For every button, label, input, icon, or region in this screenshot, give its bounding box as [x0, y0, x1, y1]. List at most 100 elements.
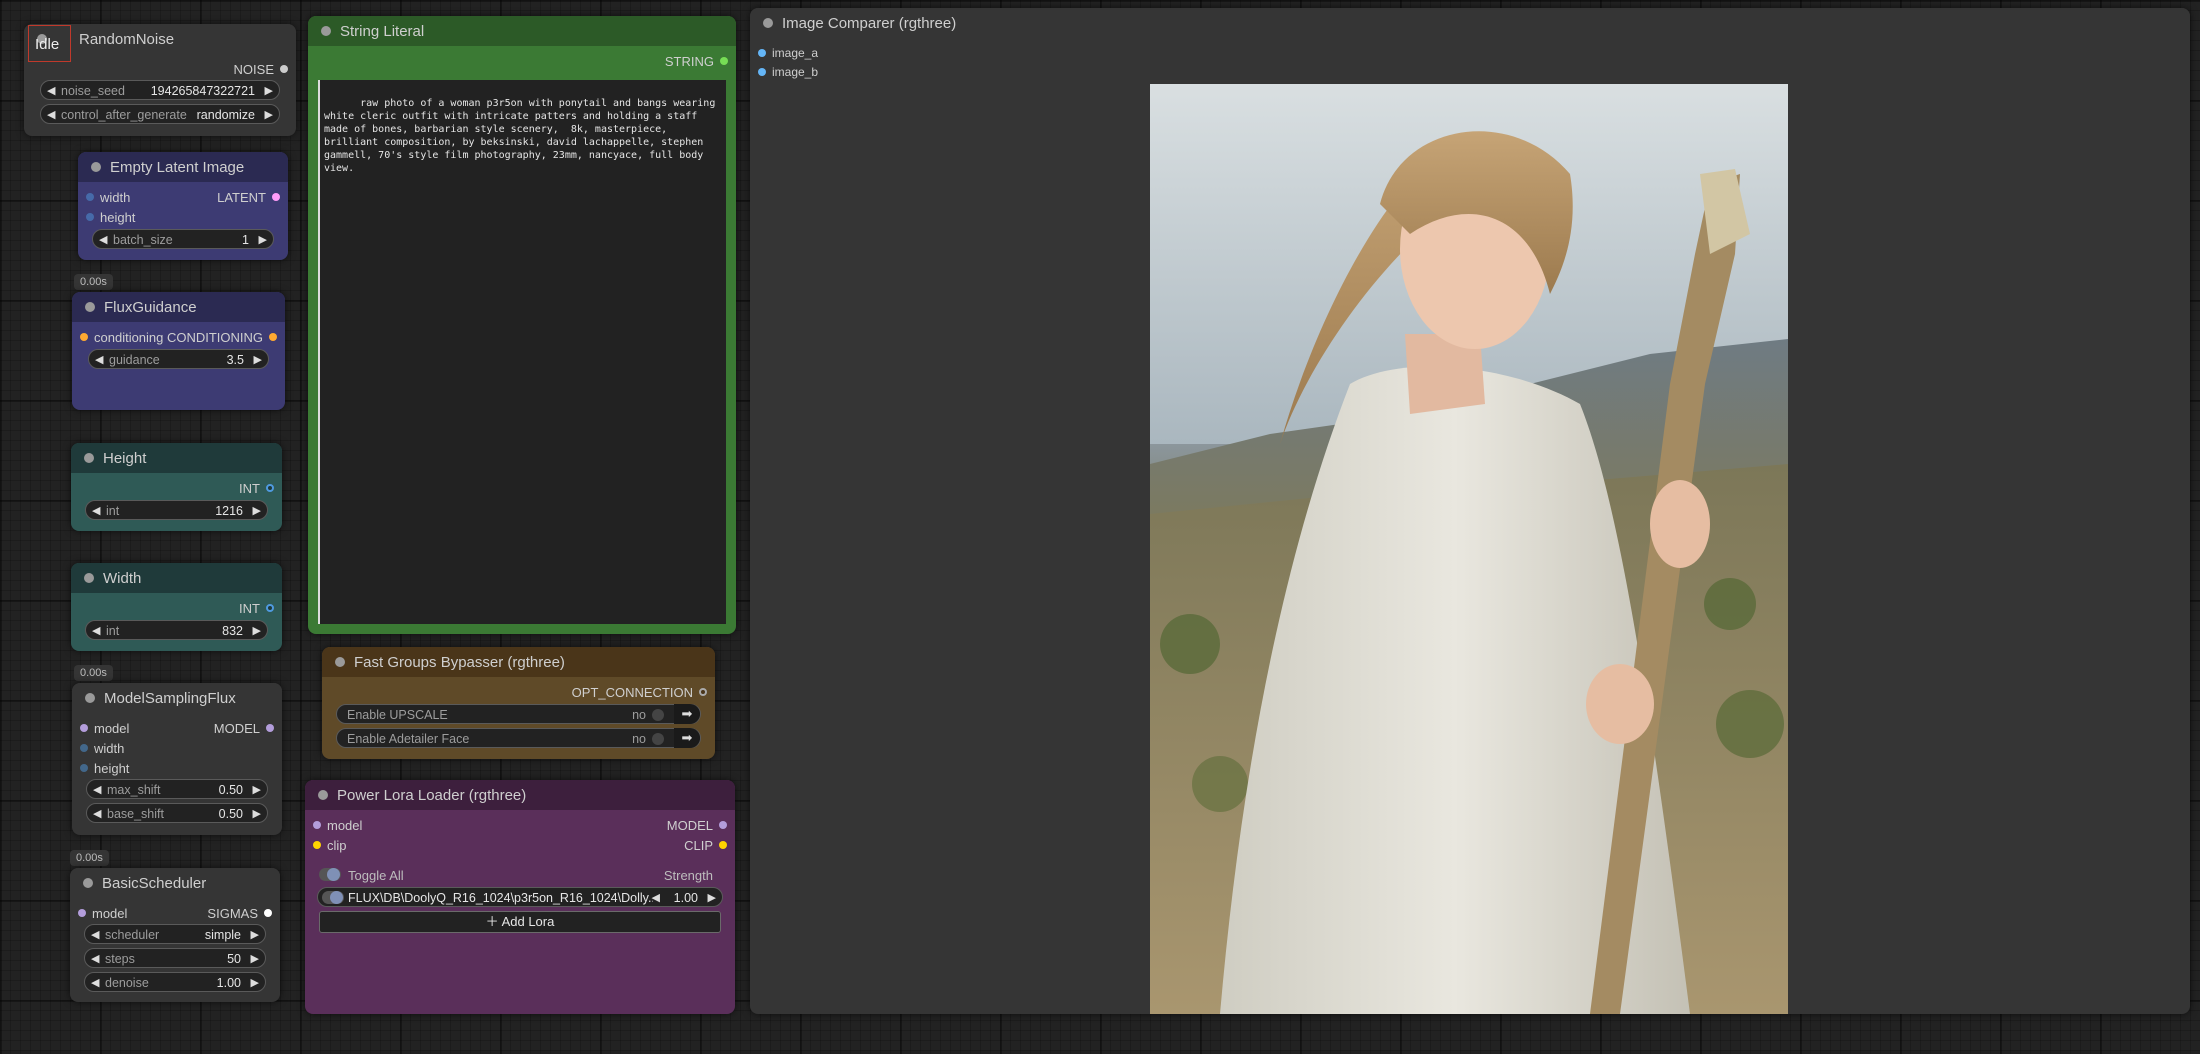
input-slot-image-b[interactable]	[758, 68, 766, 76]
node-title-bar[interactable]: Width	[71, 563, 282, 593]
increment-arrow-icon[interactable]: ▶	[251, 928, 259, 941]
input-slot-height[interactable]	[86, 213, 94, 221]
decrement-arrow-icon[interactable]: ◀	[92, 624, 100, 637]
decrement-arrow-icon[interactable]: ◀	[47, 108, 55, 121]
output-slot-model[interactable]	[266, 724, 274, 732]
node-title-bar[interactable]: Power Lora Loader (rgthree)	[305, 780, 735, 810]
output-slot-string[interactable]	[720, 57, 728, 65]
lora-row[interactable]: FLUX\DB\DoolyQ_R16_1024\p3r5on_R16_1024\…	[317, 887, 723, 907]
input-slot-model[interactable]	[313, 821, 321, 829]
widget-int[interactable]: ◀ int 832 ▶	[85, 620, 268, 640]
comparison-image[interactable]	[1150, 84, 1788, 1014]
toggle-all-switch[interactable]	[319, 868, 341, 881]
increment-arrow-icon[interactable]: ▶	[259, 233, 267, 246]
collapse-dot-icon[interactable]	[335, 657, 345, 667]
node-title-bar[interactable]: Fast Groups Bypasser (rgthree)	[322, 647, 715, 677]
node-width[interactable]: Width INT ◀ int 832 ▶	[71, 563, 282, 651]
node-title-bar[interactable]: String Literal	[308, 16, 736, 46]
output-slot-int[interactable]	[266, 484, 274, 492]
node-title-bar[interactable]: FluxGuidance	[72, 292, 285, 322]
output-slot-latent[interactable]	[272, 193, 280, 201]
node-title-bar[interactable]: Image Comparer (rgthree)	[750, 8, 2190, 38]
node-flux-guidance[interactable]: FluxGuidance conditioning CONDITIONING ◀…	[72, 292, 285, 410]
collapse-dot-icon[interactable]	[84, 573, 94, 583]
node-image-comparer[interactable]: Image Comparer (rgthree) image_a image_b	[750, 8, 2190, 1014]
widget-control-after-generate[interactable]: ◀ control_after_generate randomize ▶	[40, 104, 280, 124]
widget-base-shift[interactable]: ◀ base_shift 0.50 ▶	[86, 803, 268, 823]
input-slot-conditioning[interactable]	[80, 333, 88, 341]
widget-scheduler[interactable]: ◀ scheduler simple ▶	[84, 924, 266, 944]
collapse-dot-icon[interactable]	[85, 302, 95, 312]
node-height[interactable]: Height INT ◀ int 1216 ▶	[71, 443, 282, 531]
widget-noise-seed[interactable]: ◀ noise_seed 194265847322721 ▶	[40, 80, 280, 100]
collapse-dot-icon[interactable]	[83, 878, 93, 888]
collapse-dot-icon[interactable]	[84, 453, 94, 463]
widget-int[interactable]: ◀ int 1216 ▶	[85, 500, 268, 520]
node-title-bar[interactable]: Empty Latent Image	[78, 152, 288, 182]
increment-arrow-icon[interactable]: ▶	[265, 84, 273, 97]
node-string-literal[interactable]: String Literal STRING raw photo of a wom…	[308, 16, 736, 634]
increment-arrow-icon[interactable]: ▶	[708, 891, 716, 904]
node-title-bar[interactable]: ModelSamplingFlux	[72, 683, 282, 713]
decrement-arrow-icon[interactable]: ◀	[92, 504, 100, 517]
increment-arrow-icon[interactable]: ▶	[251, 976, 259, 989]
add-lora-button[interactable]: ＋ Add Lora	[319, 911, 721, 933]
increment-arrow-icon[interactable]: ▶	[253, 624, 261, 637]
input-slot-model[interactable]	[78, 909, 86, 917]
increment-arrow-icon[interactable]: ▶	[265, 108, 273, 121]
go-to-group-arrow-icon[interactable]: ➡	[674, 728, 700, 748]
node-title-bar[interactable]: Height	[71, 443, 282, 473]
output-slot-model[interactable]	[719, 821, 727, 829]
decrement-arrow-icon[interactable]: ◀	[91, 976, 99, 989]
collapse-dot-icon[interactable]	[763, 18, 773, 28]
toggle-off-icon[interactable]	[652, 709, 664, 721]
output-slot-clip[interactable]	[719, 841, 727, 849]
node-title-bar[interactable]: BasicScheduler	[70, 868, 280, 898]
decrement-arrow-icon[interactable]: ◀	[93, 807, 101, 820]
output-slot-sigmas[interactable]	[264, 909, 272, 917]
decrement-arrow-icon[interactable]: ◀	[93, 783, 101, 796]
widget-steps[interactable]: ◀ steps 50 ▶	[84, 948, 266, 968]
prompt-textarea[interactable]: raw photo of a woman p3r5on with ponytai…	[318, 80, 726, 624]
output-slot-conditioning[interactable]	[269, 333, 277, 341]
decrement-arrow-icon[interactable]: ◀	[47, 84, 55, 97]
lora-strength[interactable]: 1.00	[674, 891, 698, 905]
input-slot-height[interactable]	[80, 764, 88, 772]
widget-guidance[interactable]: ◀ guidance 3.5 ▶	[88, 349, 269, 369]
lora-enable-toggle[interactable]	[322, 891, 344, 904]
lora-name[interactable]: FLUX\DB\DoolyQ_R16_1024\p3r5on_R16_1024\…	[348, 891, 653, 905]
input-slot-image-a[interactable]	[758, 49, 766, 57]
collapse-dot-icon[interactable]	[318, 790, 328, 800]
increment-arrow-icon[interactable]: ▶	[253, 807, 261, 820]
node-basic-scheduler[interactable]: BasicScheduler model SIGMAS ◀ scheduler …	[70, 868, 280, 1002]
node-power-lora-loader[interactable]: Power Lora Loader (rgthree) model MODEL …	[305, 780, 735, 1014]
decrement-arrow-icon[interactable]: ◀	[91, 928, 99, 941]
output-slot-int[interactable]	[266, 604, 274, 612]
increment-arrow-icon[interactable]: ▶	[253, 783, 261, 796]
decrement-arrow-icon[interactable]: ◀	[652, 891, 660, 904]
input-slot-model[interactable]	[80, 724, 88, 732]
output-slot-opt-connection[interactable]	[699, 688, 707, 696]
input-slot-width[interactable]	[80, 744, 88, 752]
widget-batch-size[interactable]: ◀ batch_size 1 ▶	[92, 229, 274, 249]
node-empty-latent-image[interactable]: Empty Latent Image width LATENT height ◀…	[78, 152, 288, 260]
go-to-group-arrow-icon[interactable]: ➡	[674, 704, 700, 724]
collapse-dot-icon[interactable]	[321, 26, 331, 36]
increment-arrow-icon[interactable]: ▶	[254, 353, 262, 366]
input-slot-clip[interactable]	[313, 841, 321, 849]
node-model-sampling-flux[interactable]: ModelSamplingFlux model MODEL width heig…	[72, 683, 282, 835]
decrement-arrow-icon[interactable]: ◀	[99, 233, 107, 246]
decrement-arrow-icon[interactable]: ◀	[95, 353, 103, 366]
toggle-enable-upscale[interactable]: Enable UPSCALE no ➡	[336, 704, 701, 724]
output-slot-noise[interactable]	[280, 65, 288, 73]
toggle-off-icon[interactable]	[652, 733, 664, 745]
widget-denoise[interactable]: ◀ denoise 1.00 ▶	[84, 972, 266, 992]
decrement-arrow-icon[interactable]: ◀	[91, 952, 99, 965]
toggle-enable-adetailer-face[interactable]: Enable Adetailer Face no ➡	[336, 728, 701, 748]
node-fast-groups-bypasser[interactable]: Fast Groups Bypasser (rgthree) OPT_CONNE…	[322, 647, 715, 759]
collapse-dot-icon[interactable]	[91, 162, 101, 172]
widget-max-shift[interactable]: ◀ max_shift 0.50 ▶	[86, 779, 268, 799]
collapse-dot-icon[interactable]	[85, 693, 95, 703]
increment-arrow-icon[interactable]: ▶	[253, 504, 261, 517]
increment-arrow-icon[interactable]: ▶	[251, 952, 259, 965]
